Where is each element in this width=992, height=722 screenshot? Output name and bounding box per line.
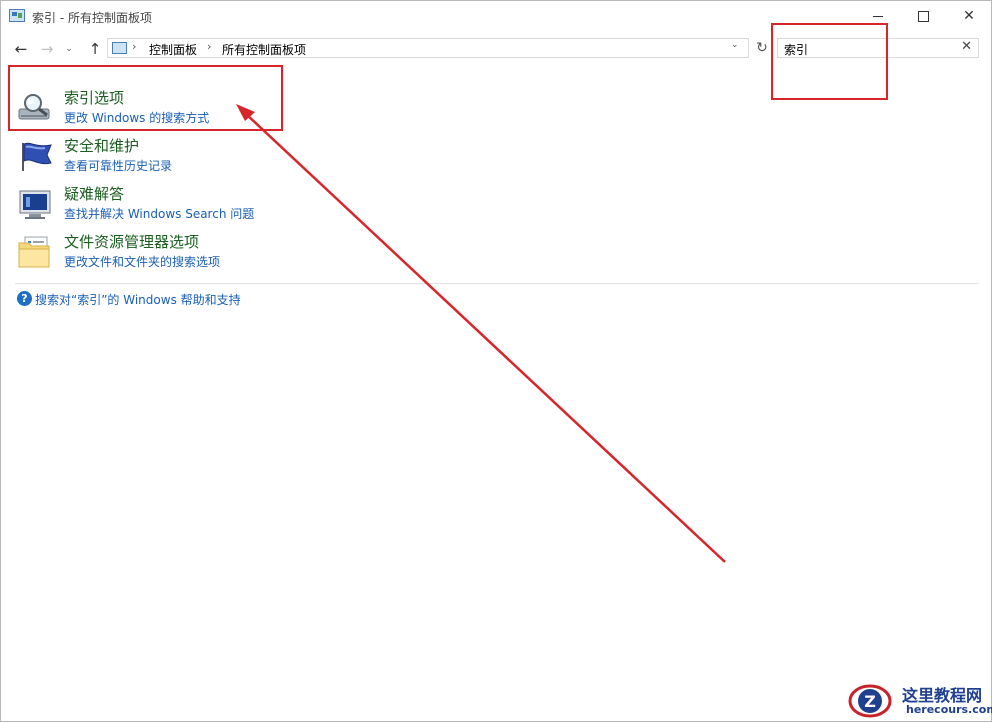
refresh-button[interactable]: ↻ xyxy=(751,38,773,58)
forward-button[interactable]: → xyxy=(37,40,57,58)
result-file-explorer-options[interactable]: 文件资源管理器选项 更改文件和文件夹的搜索选项 xyxy=(17,231,317,275)
breadcrumb-separator[interactable]: › xyxy=(207,40,211,53)
security-flag-icon xyxy=(22,142,52,171)
chevron-down-icon: ⌄ xyxy=(65,44,73,54)
annotation-highlight-result xyxy=(8,65,283,131)
arrow-left-icon: ← xyxy=(14,40,28,58)
result-title[interactable]: 文件资源管理器选项 xyxy=(64,231,199,252)
watermark: Z 这里教程网 herecours.com xyxy=(846,680,992,722)
help-icon: ? xyxy=(17,291,32,306)
result-title[interactable]: 疑难解答 xyxy=(64,183,124,204)
watermark-url: herecours.com xyxy=(906,703,992,716)
maximize-button[interactable] xyxy=(900,1,946,31)
watermark-logo-letter: Z xyxy=(864,692,876,711)
control-panel-icon xyxy=(112,42,127,54)
help-link-text[interactable]: 搜索对“索引”的 Windows 帮助和支持 xyxy=(35,291,241,308)
minimize-icon xyxy=(873,15,883,17)
recent-locations-button[interactable]: ⌄ xyxy=(63,40,75,58)
result-subtitle[interactable]: 更改文件和文件夹的搜索选项 xyxy=(64,253,220,270)
arrow-up-icon: ↑ xyxy=(88,40,102,58)
result-title[interactable]: 安全和维护 xyxy=(64,135,139,156)
address-bar[interactable]: › 控制面板 › 所有控制面板项 xyxy=(107,38,749,58)
folder-options-icon xyxy=(18,236,50,268)
breadcrumb-control-panel[interactable]: 控制面板 xyxy=(149,41,197,58)
refresh-icon: ↻ xyxy=(756,40,768,56)
breadcrumb-separator[interactable]: › xyxy=(132,40,136,53)
troubleshooting-icon xyxy=(19,190,51,219)
close-button[interactable]: ✕ xyxy=(946,1,992,31)
annotation-highlight-search xyxy=(771,23,888,100)
breadcrumb-all-items[interactable]: 所有控制面板项 xyxy=(222,41,306,58)
close-icon: ✕ xyxy=(963,8,975,24)
result-troubleshooting[interactable]: 疑难解答 查找并解决 Windows Search 问题 xyxy=(17,183,317,227)
watermark-logo: Z xyxy=(848,684,892,718)
result-subtitle[interactable]: 查找并解决 Windows Search 问题 xyxy=(64,205,254,222)
result-subtitle[interactable]: 查看可靠性历史记录 xyxy=(64,157,172,174)
result-security-maintenance[interactable]: 安全和维护 查看可靠性历史记录 xyxy=(17,135,317,179)
divider xyxy=(15,283,979,284)
address-dropdown-icon[interactable]: ⌄ xyxy=(731,40,739,50)
window-title: 索引 - 所有控制面板项 xyxy=(32,11,152,25)
maximize-icon xyxy=(917,10,929,22)
arrow-right-icon: → xyxy=(40,40,54,58)
up-button[interactable]: ↑ xyxy=(85,40,105,58)
back-button[interactable]: ← xyxy=(11,40,31,58)
control-panel-icon xyxy=(9,9,25,22)
clear-search-icon[interactable]: ✕ xyxy=(961,39,972,54)
